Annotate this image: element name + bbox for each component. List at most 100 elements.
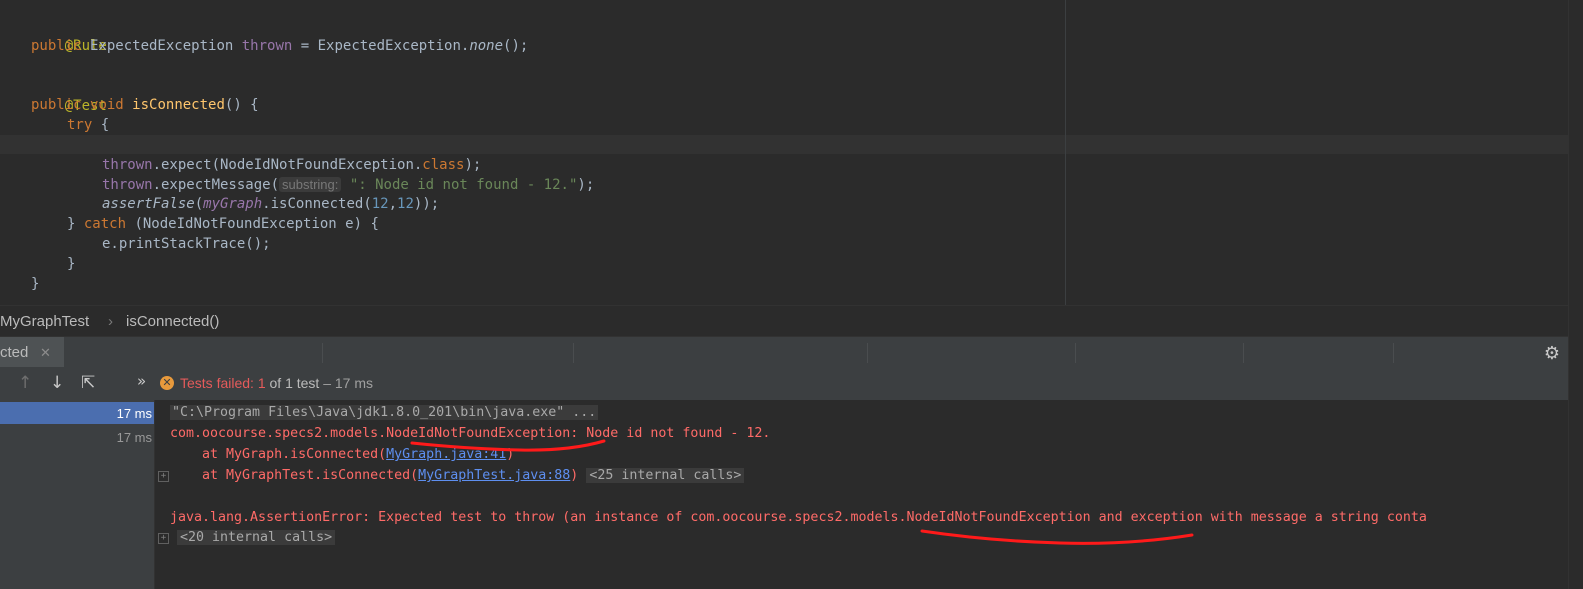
tab-label: cted	[0, 344, 29, 361]
code-line-9[interactable]: thrown.expectMessage(substring: ": Node …	[102, 175, 594, 195]
gear-icon[interactable]: ⚙	[1544, 343, 1560, 364]
run-tab-bar: cted ✕ ⚙	[0, 336, 1568, 369]
number-literal: 12	[371, 196, 389, 212]
code-line-11[interactable]: } catch (NodeIdNotFoundException e) {	[67, 214, 379, 234]
test-tree-row[interactable]: 17 ms	[0, 402, 154, 424]
brace: }	[31, 276, 40, 292]
divider	[322, 343, 323, 363]
method-declaration: isConnected	[132, 97, 225, 113]
code-line-1[interactable]: @Rule	[31, 16, 107, 54]
divider	[1393, 343, 1394, 363]
code-line-14[interactable]: }	[31, 274, 39, 294]
comma: ,	[388, 196, 398, 212]
breadcrumb-class[interactable]: MyGraphTest	[0, 313, 89, 330]
code-line-8[interactable]: thrown.expect(NodeIdNotFoundException.cl…	[102, 155, 481, 175]
next-failed-icon[interactable]: ↓	[50, 373, 64, 393]
keyword-void: void	[90, 97, 133, 113]
breadcrumb: MyGraphTest › isConnected()	[0, 305, 1568, 337]
java-command[interactable]: "C:\Program Files\Java\jdk1.8.0_201\bin\…	[170, 405, 599, 420]
more-actions-icon[interactable]: »	[137, 372, 146, 390]
console-stack-line: at MyGraph.isConnected(MyGraph.java:41)	[170, 445, 514, 465]
stack-frame-end: )	[506, 447, 515, 462]
expand-icon[interactable]: +	[158, 471, 169, 482]
breadcrumb-method[interactable]: isConnected()	[126, 313, 219, 330]
internal-calls-fold[interactable]: <25 internal calls>	[586, 468, 745, 483]
divider	[867, 343, 868, 363]
divider	[1243, 343, 1244, 363]
line-end: ));	[413, 196, 440, 212]
expand-icon[interactable]: +	[158, 533, 169, 544]
console-assertion-line: java.lang.AssertionError: Expected test …	[170, 510, 1427, 525]
divider	[1075, 343, 1076, 363]
console-fold-line: <20 internal calls>	[177, 528, 336, 548]
stack-frame-text: at MyGraph.isConnected(	[170, 447, 387, 462]
string-literal: ": Node id not found - 12."	[341, 177, 578, 193]
code-line-4[interactable]: @Test	[31, 76, 107, 114]
failed-count: 1	[257, 375, 266, 391]
right-margin-guide	[1065, 0, 1066, 305]
method-call: .isConnected(	[262, 196, 372, 212]
brace: }	[67, 216, 84, 232]
close-icon[interactable]: ✕	[40, 345, 51, 361]
status-prefix: Tests failed:	[180, 375, 258, 391]
field-thrown: thrown	[241, 38, 293, 54]
test-tree-row[interactable]: 17 ms	[0, 426, 154, 448]
code-line-13[interactable]: }	[67, 254, 75, 274]
line-end: );	[577, 177, 595, 193]
print-stack-trace: e.printStackTrace();	[102, 236, 271, 252]
test-duration: 17 ms	[116, 406, 152, 421]
divider	[573, 343, 574, 363]
assignment: = ExpectedException.	[292, 38, 470, 54]
keyword-catch: catch	[83, 216, 127, 232]
field-mygraph: myGraph	[203, 196, 263, 212]
code-line-6[interactable]: try {	[67, 115, 109, 135]
line-end: ();	[503, 38, 529, 54]
method-call: .expectMessage(	[152, 177, 280, 193]
code-line-12[interactable]: e.printStackTrace();	[102, 234, 271, 254]
keyword-public: public	[31, 38, 82, 54]
source-link[interactable]: MyGraph.java:41	[386, 447, 506, 462]
source-link[interactable]: MyGraphTest.java:88	[418, 468, 570, 483]
field-thrown: thrown	[102, 177, 153, 193]
test-status-text: Tests failed: 1 of 1 test – 17 ms	[180, 375, 373, 391]
brace: }	[67, 256, 76, 272]
stack-frame-end: )	[570, 468, 579, 483]
code-editor[interactable]: @Rule public ExpectedException thrown = …	[0, 0, 1568, 305]
console-output[interactable]: "C:\Program Files\Java\jdk1.8.0_201\bin\…	[155, 400, 1568, 589]
type-name: ExpectedException	[81, 38, 242, 54]
method-assertfalse: assertFalse	[102, 196, 195, 212]
code-line-2[interactable]: public ExpectedException thrown = Expect…	[31, 36, 528, 56]
catch-clause: (NodeIdNotFoundException e) {	[126, 216, 379, 232]
line-end: {	[92, 117, 110, 133]
keyword-try: try	[67, 117, 93, 133]
field-thrown: thrown	[102, 157, 153, 173]
breadcrumb-separator: ›	[108, 313, 113, 330]
vertical-scrollbar[interactable]	[1568, 0, 1583, 589]
code-line-10[interactable]: assertFalse(myGraph.isConnected(12,12));	[102, 194, 439, 214]
test-duration: – 17 ms	[319, 375, 374, 391]
method-call: .expect(NodeIdNotFoundException.	[152, 157, 423, 173]
keyword-class: class	[422, 157, 465, 173]
code-line-5[interactable]: public void isConnected() {	[31, 95, 259, 115]
console-exception-line: com.oocourse.specs2.models.NodeIdNotFoun…	[170, 426, 771, 441]
internal-calls-fold[interactable]: <20 internal calls>	[177, 530, 336, 545]
paren: (	[194, 196, 204, 212]
test-toolbar: ↑ ↓ ⇱ » ✕ Tests failed: 1 of 1 test – 17…	[0, 367, 1568, 400]
caret-line-highlight	[0, 135, 1568, 154]
keyword-public: public	[31, 97, 91, 113]
number-literal: 12	[397, 196, 414, 212]
line-end: () {	[224, 97, 259, 113]
test-tree[interactable]: 17 ms 17 ms	[0, 400, 155, 589]
previous-failed-icon[interactable]: ↑	[18, 373, 32, 393]
console-command-line: "C:\Program Files\Java\jdk1.8.0_201\bin\…	[170, 403, 599, 423]
test-total: of 1 test	[265, 375, 320, 391]
export-results-icon[interactable]: ⇱	[81, 373, 95, 393]
method-none: none	[469, 38, 504, 54]
test-duration: 17 ms	[116, 430, 152, 445]
tab-run-config[interactable]: cted ✕	[0, 337, 64, 368]
console-stack-line: at MyGraphTest.isConnected(MyGraphTest.j…	[170, 466, 745, 486]
stack-frame-text: at MyGraphTest.isConnected(	[170, 468, 419, 483]
parameter-hint: substring:	[279, 177, 342, 192]
line-end: );	[464, 157, 482, 173]
test-failed-icon: ✕	[160, 376, 174, 390]
